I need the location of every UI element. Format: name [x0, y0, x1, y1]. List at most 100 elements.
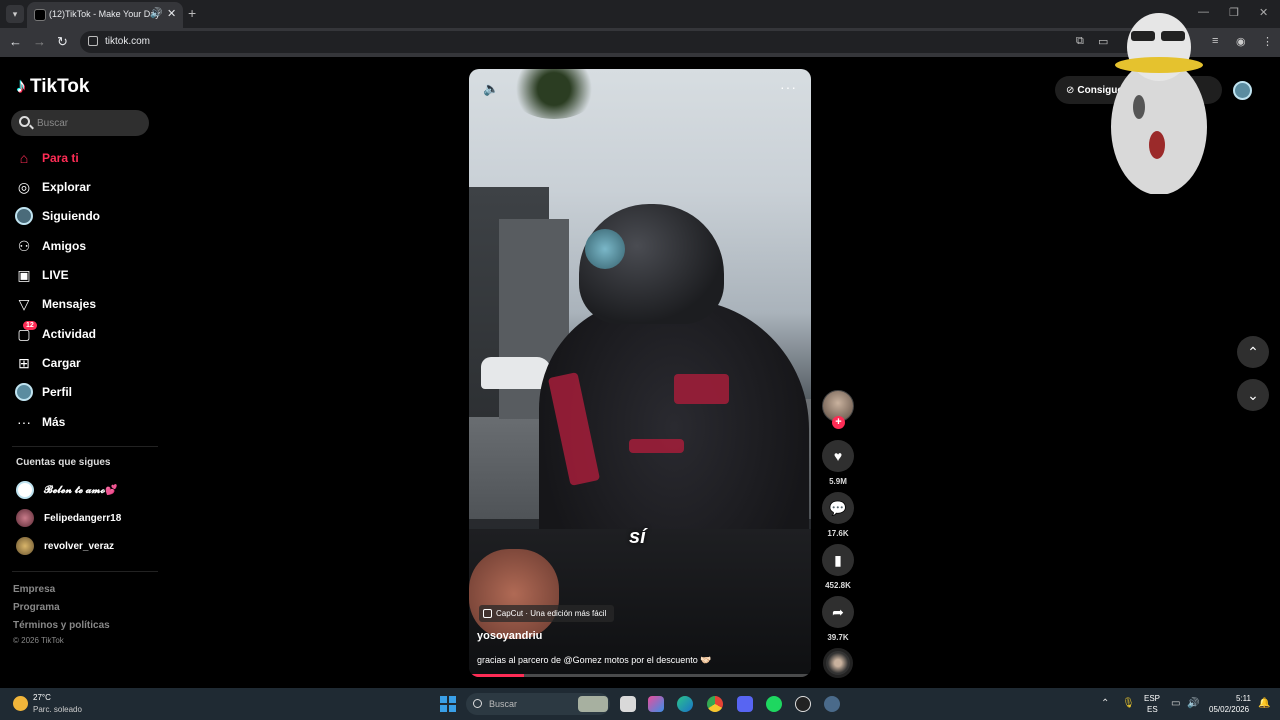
nav-explorar[interactable]: ◎ Explorar	[15, 175, 155, 199]
nav-cargar[interactable]: ⊞ Cargar	[15, 351, 155, 375]
address-bar[interactable]: tiktok.com	[80, 31, 1190, 53]
discord-icon[interactable]	[737, 696, 753, 712]
avatar	[16, 537, 34, 555]
capcut-tag[interactable]: CapCut · Una edición más fácil	[479, 605, 615, 622]
save-count: 452.8K	[825, 581, 851, 590]
following-account[interactable]: Felipedangerr18	[16, 508, 121, 528]
nav-perfil[interactable]: Perfil	[15, 380, 155, 404]
upload-icon: ⊞	[18, 354, 30, 371]
coin-icon: ⊘	[1066, 84, 1075, 96]
back-arrow-icon[interactable]: ←	[9, 34, 22, 49]
more-options-icon[interactable]: ···	[780, 79, 797, 95]
home-icon: ⌂	[19, 150, 29, 166]
tiktok-note-icon: ♪	[16, 75, 26, 97]
show-hidden-icons-chevron-icon[interactable]: ⌃	[1101, 698, 1109, 709]
search-highlight-icon[interactable]	[578, 696, 608, 712]
nav-actividad[interactable]: ▢ 12 Actividad	[15, 321, 155, 346]
next-video-button[interactable]: ⌄	[1237, 379, 1269, 411]
tiktok-logo[interactable]: ♪ TikTok	[16, 75, 89, 98]
audio-playing-icon[interactable]: 🔊	[150, 8, 162, 19]
copilot-icon[interactable]	[648, 696, 664, 712]
share-button[interactable]: ➦	[822, 596, 854, 628]
weather-temperature[interactable]: 27°C	[33, 693, 51, 702]
nav-label: Para ti	[42, 151, 79, 165]
windows-start-icon[interactable]	[440, 696, 456, 712]
previous-video-button[interactable]: ⌃	[1237, 336, 1269, 368]
steam-icon[interactable]	[795, 696, 811, 712]
account-name: Felipedangerr18	[44, 512, 122, 524]
forward-arrow-icon[interactable]: →	[33, 34, 46, 49]
nav-mensajes[interactable]: ▽ Mensajes	[15, 292, 155, 316]
nav-siguiendo[interactable]: Siguiendo	[15, 204, 155, 228]
chevron-up-icon: ⌃	[1247, 343, 1259, 360]
following-avatar-icon	[15, 207, 33, 225]
share-count: 39.7K	[827, 633, 849, 642]
close-window-button[interactable]: ✕	[1259, 6, 1268, 19]
site-info-icon[interactable]	[88, 36, 98, 46]
video-frame	[481, 357, 551, 389]
nav-para-ti[interactable]: ⌂ Para ti	[15, 146, 155, 170]
browser-menu-icon[interactable]: ⋮	[1262, 35, 1273, 48]
clock-date[interactable]: 05/02/2026	[1209, 705, 1249, 714]
chrome-icon[interactable]	[707, 696, 723, 712]
tab-search-icon[interactable]: ▾	[6, 5, 24, 23]
more-icon: ···	[17, 414, 31, 430]
follow-plus-icon[interactable]: +	[832, 416, 845, 429]
profile-avatar[interactable]	[1233, 81, 1252, 100]
following-account[interactable]: revolver_veraz	[16, 536, 114, 556]
dog-sticker-image	[1111, 13, 1207, 194]
footer-link-programa[interactable]: Programa	[13, 602, 60, 613]
language-indicator-bottom[interactable]: ES	[1147, 705, 1158, 714]
weather-description[interactable]: Parc. soleado	[33, 705, 82, 714]
heart-icon: ♥	[833, 448, 843, 464]
new-tab-button[interactable]: +	[188, 5, 196, 21]
language-indicator-top[interactable]: ESP	[1144, 694, 1160, 703]
network-icon[interactable]: ▭	[1171, 698, 1180, 709]
url-text[interactable]: tiktok.com	[105, 36, 150, 47]
clock-time[interactable]: 5:11	[1236, 694, 1251, 703]
reload-icon[interactable]: ↻	[57, 34, 68, 50]
translate-icon[interactable]: ⧉	[1076, 35, 1084, 48]
edge-icon[interactable]	[677, 696, 693, 712]
video-author[interactable]: yosoyandriu	[477, 630, 542, 642]
notifications-bell-icon[interactable]: 🔔	[1258, 698, 1270, 709]
nav-label: Siguiendo	[42, 209, 100, 223]
media-controls-icon[interactable]: ≡	[1212, 35, 1218, 47]
nav-live[interactable]: ▣ LIVE	[15, 263, 155, 287]
volume-icon[interactable]: 🔊	[1187, 698, 1199, 709]
search-bar[interactable]	[11, 110, 149, 136]
profile-flag-icon[interactable]: ◉	[1236, 35, 1246, 48]
nav-amigos[interactable]: ⚇ Amigos	[15, 234, 155, 258]
search-icon	[473, 699, 482, 708]
browser-tab[interactable]: (12)TikTok - Make Your Day 🔊 ✕	[27, 2, 183, 28]
nav-label: Perfil	[42, 385, 73, 399]
settings-gear-icon[interactable]	[824, 696, 840, 712]
copyright: © 2026 TikTok	[13, 636, 64, 645]
nav-label: Más	[42, 415, 66, 429]
spotify-icon[interactable]	[766, 696, 782, 712]
activity-icon: ▢ 12	[15, 321, 37, 343]
save-button[interactable]: ▮	[822, 544, 854, 576]
footer-link-empresa[interactable]: Empresa	[13, 584, 55, 595]
weather-sun-icon[interactable]	[13, 696, 28, 711]
following-account[interactable]: 𝓑𝓮𝓵𝓮𝓷 𝓽𝓮 𝓪𝓶𝓸💕	[16, 480, 118, 500]
nav-mas[interactable]: ··· Más	[15, 410, 155, 434]
nav-label: LIVE	[42, 268, 69, 282]
video-progress-bar[interactable]	[469, 674, 811, 677]
task-view-icon[interactable]	[620, 696, 636, 712]
cast-icon[interactable]: ▭	[1098, 35, 1108, 48]
music-disc-icon[interactable]	[823, 648, 853, 678]
microphone-icon[interactable]: 🎙	[1122, 698, 1135, 709]
search-input[interactable]	[37, 115, 142, 131]
volume-icon[interactable]: 🔈	[483, 81, 499, 97]
like-button[interactable]: ♥	[822, 440, 854, 472]
nav-label: Explorar	[42, 180, 91, 194]
footer-link-terminos[interactable]: Términos y políticas	[13, 620, 110, 631]
search-icon[interactable]	[19, 116, 30, 127]
video-description: gracias al parcero de @Gomez motos por e…	[477, 655, 712, 665]
account-name: revolver_veraz	[44, 540, 115, 552]
tab-close-icon[interactable]: ✕	[167, 7, 176, 20]
maximize-button[interactable]: ❐	[1229, 6, 1239, 19]
video-player[interactable]: 🔈 ··· sí CapCut · Una edición más fácil …	[469, 69, 811, 677]
comment-button[interactable]: 💬	[822, 492, 854, 524]
